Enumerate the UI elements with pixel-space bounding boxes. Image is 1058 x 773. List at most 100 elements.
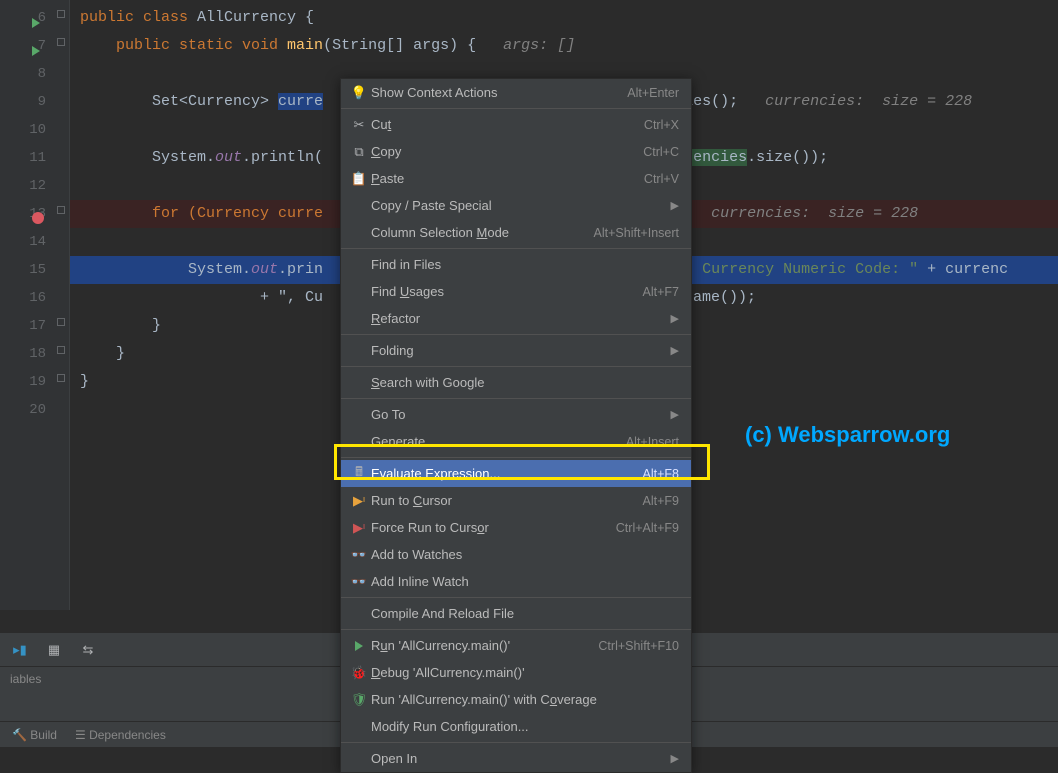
menu-copy-paste-special[interactable]: Copy / Paste Special▶	[341, 192, 691, 219]
menu-find-usages[interactable]: Find UsagesAlt+F7	[341, 278, 691, 305]
code-text: main	[287, 37, 323, 54]
menu-coverage[interactable]: 🛡Run 'AllCurrency.main()' with Coverage	[341, 686, 691, 713]
code-text: System.	[80, 149, 215, 166]
menu-run-to-cursor[interactable]: ▶ᶦRun to CursorAlt+F9	[341, 487, 691, 514]
menu-column-selection[interactable]: Column Selection ModeAlt+Shift+Insert	[341, 219, 691, 246]
fold-toggle-icon[interactable]	[57, 346, 65, 354]
code-text: .size());	[747, 149, 828, 166]
coverage-icon: 🛡	[349, 692, 369, 708]
menu-open-in[interactable]: Open In▶	[341, 745, 691, 772]
menu-add-to-watches[interactable]: 👓Add to Watches	[341, 541, 691, 568]
menu-generate[interactable]: Generate...Alt+Insert	[341, 428, 691, 455]
context-menu: 💡Show Context ActionsAlt+Enter ✂CutCtrl+…	[340, 78, 692, 773]
chevron-right-icon: ▶	[663, 752, 679, 765]
code-text: + currenc	[918, 261, 1008, 278]
line-number: 14	[0, 228, 54, 256]
code-text: out	[251, 261, 278, 278]
code-text: System.	[80, 261, 251, 278]
line-number: 18	[0, 340, 54, 368]
line-number: 20	[0, 396, 54, 424]
chevron-right-icon: ▶	[663, 344, 679, 357]
menu-add-inline-watch[interactable]: 👓Add Inline Watch	[341, 568, 691, 595]
menu-separator	[341, 629, 691, 630]
menu-debug[interactable]: 🐞Debug 'AllCurrency.main()'	[341, 659, 691, 686]
fold-toggle-icon[interactable]	[57, 206, 65, 214]
code-text: }	[80, 317, 161, 334]
line-number: 15	[0, 256, 54, 284]
code-text: out	[215, 149, 242, 166]
inline-watch-icon: 👓	[349, 574, 369, 590]
line-number-gutter: 6 7 8 9 10 11 12 13 14 15 16 17 18 19 20	[0, 0, 54, 610]
calculator-icon: 🖩	[349, 463, 369, 485]
watches-icon: 👓	[349, 547, 369, 563]
frames-icon[interactable]: ▸▮	[10, 640, 30, 660]
menu-separator	[341, 457, 691, 458]
code-text: for (Currency curre	[80, 205, 323, 222]
line-number: 13	[0, 200, 54, 228]
code-text: .println(	[242, 149, 323, 166]
menu-folding[interactable]: Folding▶	[341, 337, 691, 364]
dependencies-tool-button[interactable]: ☰ Dependencies	[75, 728, 166, 742]
fold-toggle-icon[interactable]	[57, 318, 65, 326]
run-icon	[349, 641, 369, 651]
selected-text: curre	[278, 93, 323, 110]
menu-cut[interactable]: ✂CutCtrl+X	[341, 111, 691, 138]
build-tool-button[interactable]: 🔨 Build	[12, 728, 57, 742]
fold-toggle-icon[interactable]	[57, 10, 65, 18]
code-text: public static void	[80, 37, 287, 54]
grid-icon[interactable]: ▦	[44, 640, 64, 660]
inline-hint: currencies: size = 228	[684, 205, 918, 222]
menu-separator	[341, 742, 691, 743]
menu-run[interactable]: Run 'AllCurrency.main()'Ctrl+Shift+F10	[341, 632, 691, 659]
chevron-right-icon: ▶	[663, 408, 679, 421]
code-text: AllCurrency {	[197, 9, 314, 26]
menu-separator	[341, 366, 691, 367]
force-run-to-cursor-icon: ▶ᶦ	[349, 520, 369, 536]
code-text: }	[80, 373, 89, 390]
code-text: .prin	[278, 261, 323, 278]
line-number: 9	[0, 88, 54, 116]
menu-separator	[341, 597, 691, 598]
menu-modify-run-config[interactable]: Modify Run Configuration...	[341, 713, 691, 740]
menu-separator	[341, 398, 691, 399]
line-number: 17	[0, 312, 54, 340]
line-number: 12	[0, 172, 54, 200]
fold-strip	[54, 0, 70, 610]
watermark-text: (c) Websparrow.org	[745, 422, 950, 448]
fold-toggle-icon[interactable]	[57, 38, 65, 46]
menu-find-in-files[interactable]: Find in Files	[341, 251, 691, 278]
copy-icon: ⧉	[349, 144, 369, 160]
menu-paste[interactable]: 📋PasteCtrl+V	[341, 165, 691, 192]
inline-hint: args: []	[476, 37, 575, 54]
line-number: 19	[0, 368, 54, 396]
menu-separator	[341, 334, 691, 335]
layers-icon: ☰	[75, 728, 86, 742]
code-text: }	[80, 345, 125, 362]
line-number: 11	[0, 144, 54, 172]
paste-icon: 📋	[349, 171, 369, 187]
cut-icon: ✂	[349, 117, 369, 133]
line-number: 7	[0, 32, 54, 60]
fold-toggle-icon[interactable]	[57, 374, 65, 382]
inline-hint: currencies: size = 228	[738, 93, 972, 110]
menu-search-google[interactable]: Search with Google	[341, 369, 691, 396]
menu-refactor[interactable]: Refactor▶	[341, 305, 691, 332]
code-text: ", Currency Numeric Code: "	[675, 261, 918, 278]
menu-force-run-to-cursor[interactable]: ▶ᶦForce Run to CursorCtrl+Alt+F9	[341, 514, 691, 541]
settings-icon[interactable]: ⇆	[78, 640, 98, 660]
menu-evaluate-expression[interactable]: 🖩Evaluate Expression...Alt+F8	[341, 460, 691, 487]
menu-goto[interactable]: Go To▶	[341, 401, 691, 428]
chevron-right-icon: ▶	[663, 312, 679, 325]
line-number: 10	[0, 116, 54, 144]
menu-show-context-actions[interactable]: 💡Show Context ActionsAlt+Enter	[341, 79, 691, 106]
line-number: 6	[0, 4, 54, 32]
debug-icon: 🐞	[349, 665, 369, 681]
menu-separator	[341, 108, 691, 109]
menu-compile-reload[interactable]: Compile And Reload File	[341, 600, 691, 627]
menu-separator	[341, 248, 691, 249]
line-number: 16	[0, 284, 54, 312]
menu-copy[interactable]: ⧉CopyCtrl+C	[341, 138, 691, 165]
line-number: 8	[0, 60, 54, 88]
code-text: Set<Currency>	[80, 93, 278, 110]
code-text: public class	[80, 9, 197, 26]
